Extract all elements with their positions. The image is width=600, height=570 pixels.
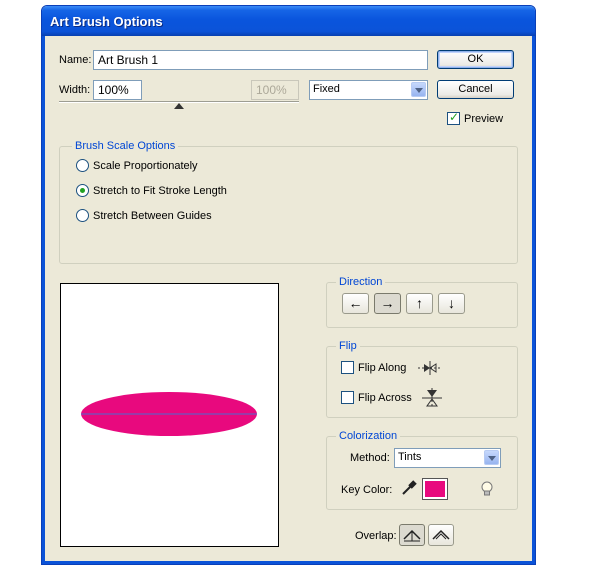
direction-right-button[interactable]: →	[374, 293, 401, 314]
preview-checkbox[interactable]	[447, 110, 460, 125]
tips-lightbulb-icon[interactable]	[479, 480, 495, 498]
overlap-label: Overlap:	[355, 530, 397, 542]
brush-scale-options-title: Brush Scale Options	[72, 140, 179, 152]
flip-along-icon	[418, 361, 442, 375]
colorization-title: Colorization	[336, 430, 401, 442]
flip-title: Flip	[336, 340, 360, 352]
overlap-adjust-button[interactable]	[399, 524, 425, 546]
cancel-button[interactable]: Cancel	[437, 80, 514, 99]
flip-across-icon	[422, 388, 442, 408]
flip-across-checkbox[interactable]	[341, 391, 354, 404]
direction-left-button[interactable]: ←	[342, 293, 369, 314]
direction-down-button[interactable]: ↓	[438, 293, 465, 314]
method-value: Tints	[398, 451, 422, 463]
width-mode-value: Fixed	[313, 83, 340, 95]
window-border-right	[532, 36, 535, 564]
eyedropper-icon[interactable]	[400, 479, 418, 497]
title-bar[interactable]: Art Brush Options	[42, 6, 535, 36]
width-mode-select[interactable]: Fixed	[309, 80, 428, 100]
stretch-between-guides-label[interactable]: Stretch Between Guides	[93, 210, 212, 222]
name-input[interactable]: Art Brush 1	[93, 50, 428, 70]
flip-along-checkbox[interactable]	[341, 361, 354, 374]
scale-proportionately-label[interactable]: Scale Proportionately	[93, 160, 198, 172]
method-label: Method:	[350, 452, 390, 464]
flip-across-label[interactable]: Flip Across	[358, 392, 412, 404]
chevron-down-icon[interactable]	[411, 82, 426, 97]
key-color-label: Key Color:	[341, 484, 393, 496]
stretch-between-guides-radio[interactable]	[76, 209, 89, 222]
direction-up-button[interactable]: ↑	[406, 293, 433, 314]
preview-label: Preview	[464, 113, 504, 125]
overlap-none-icon	[432, 529, 450, 540]
brush-preview-shape	[81, 392, 257, 436]
overlap-none-button[interactable]	[428, 524, 454, 546]
window-border-bottom	[42, 561, 535, 564]
brush-preview-panel	[60, 283, 279, 547]
scale-proportionately-radio[interactable]	[76, 159, 89, 172]
width-input[interactable]: 100%	[93, 80, 142, 100]
flip-along-label[interactable]: Flip Along	[358, 362, 406, 374]
width-label: Width:	[59, 84, 91, 96]
key-color-swatch[interactable]	[422, 478, 448, 500]
method-select[interactable]: Tints	[394, 448, 501, 468]
dialog-title: Art Brush Options	[50, 14, 163, 29]
art-brush-options-dialog: Art Brush Options Name: Art Brush 1 Widt…	[41, 5, 536, 565]
chevron-down-icon[interactable]	[484, 450, 499, 465]
width-variation-input: 100%	[251, 80, 299, 100]
overlap-adjust-icon	[403, 529, 421, 542]
ok-button[interactable]: OK	[437, 50, 514, 69]
stretch-to-fit-radio[interactable]	[76, 184, 89, 197]
stretch-to-fit-label[interactable]: Stretch to Fit Stroke Length	[93, 185, 227, 197]
name-label: Name:	[59, 54, 92, 66]
width-slider-thumb-icon[interactable]	[174, 103, 184, 109]
window-border-left	[42, 36, 45, 564]
direction-title: Direction	[336, 276, 386, 288]
